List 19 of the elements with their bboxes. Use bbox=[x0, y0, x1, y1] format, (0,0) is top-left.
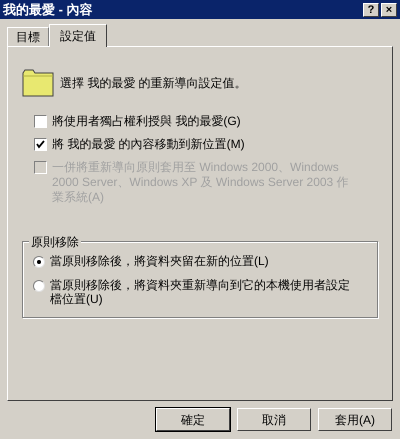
dialog-button[interactable]: 確定 bbox=[156, 408, 230, 431]
heading-text: 選擇 我的最愛 的重新導向設定值。 bbox=[60, 75, 247, 92]
checkbox-label: 將使用者獨占權利授與 我的最愛(G) bbox=[52, 114, 242, 129]
group-title: 原則移除 bbox=[29, 233, 81, 251]
close-button[interactable]: × bbox=[381, 2, 397, 16]
checkbox[interactable] bbox=[34, 138, 47, 151]
checkbox-label: 將 我的最愛 的內容移動到新位置(M) bbox=[52, 137, 246, 152]
radio-button[interactable] bbox=[33, 256, 45, 268]
dialog-button[interactable]: 取消 bbox=[237, 408, 311, 431]
folder-icon bbox=[22, 69, 54, 97]
dialog-button[interactable]: 套用(A) bbox=[318, 408, 392, 431]
checkbox[interactable] bbox=[34, 115, 47, 128]
help-button[interactable]: ? bbox=[363, 2, 379, 16]
radio-label: 當原則移除後，將資料夾重新導向到它的本機使用者設定檔位置(U) bbox=[50, 278, 351, 306]
tab[interactable]: 目標 bbox=[7, 27, 49, 46]
radio-label: 當原則移除後，將資料夾留在新的位置(L) bbox=[50, 254, 270, 268]
window-title: 我的最愛 - 內容 bbox=[3, 1, 94, 19]
tab[interactable]: 設定值 bbox=[49, 24, 107, 47]
radio-button[interactable] bbox=[33, 280, 45, 292]
